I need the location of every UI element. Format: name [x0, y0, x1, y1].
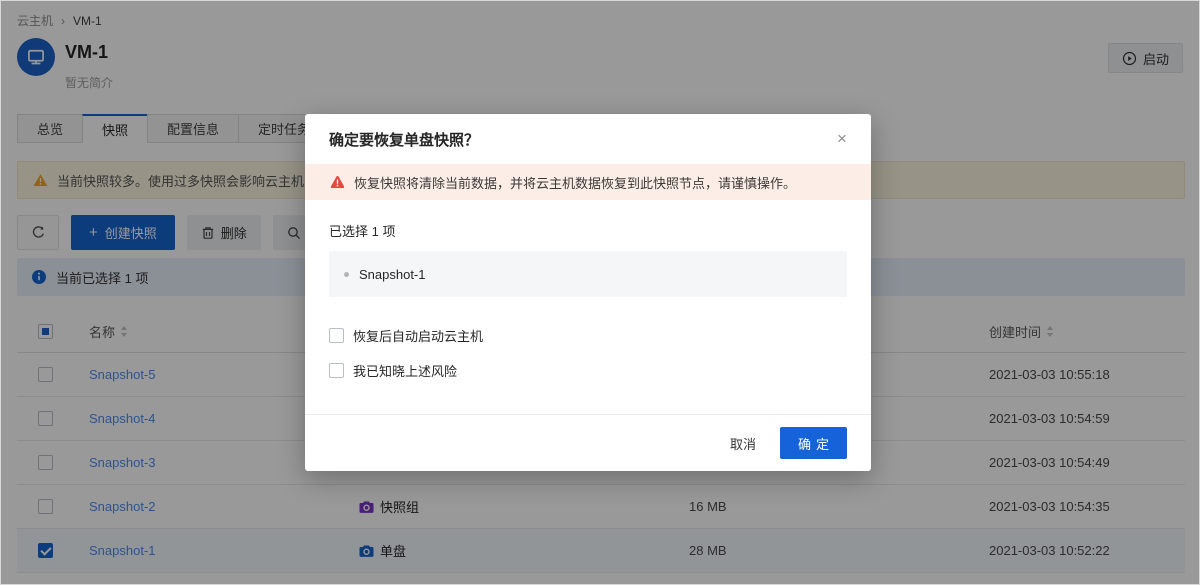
modal-footer: 取消 确定 — [305, 414, 871, 471]
confirm-button[interactable]: 确定 — [780, 427, 847, 459]
modal-danger-alert: 恢复快照将清除当前数据，并将云主机数据恢复到此快照节点，请谨慎操作。 — [305, 164, 871, 200]
risk-checkbox[interactable] — [329, 363, 344, 378]
autostart-checkbox-row[interactable]: 恢复后自动启动云主机 — [329, 326, 847, 345]
alert-triangle-icon — [330, 175, 345, 189]
autostart-checkbox[interactable] — [329, 328, 344, 343]
bullet-icon — [344, 272, 349, 277]
modal-body: 已选择 1 项 Snapshot-1 恢复后自动启动云主机 我已知晓上述风险 — [305, 200, 871, 380]
modal-title: 确定要恢复单盘快照？ — [329, 129, 479, 150]
risk-checkbox-label: 我已知晓上述风险 — [353, 361, 457, 380]
selected-item-panel: Snapshot-1 — [329, 251, 847, 297]
close-icon[interactable]: × — [829, 126, 855, 152]
risk-checkbox-row[interactable]: 我已知晓上述风险 — [329, 361, 847, 380]
restore-snapshot-modal: 确定要恢复单盘快照？ × 恢复快照将清除当前数据，并将云主机数据恢复到此快照节点… — [305, 114, 871, 471]
vm-detail-page: 云主机 › VM-1 VM-1 暂无简介 启动 总览快照配置信息定时任务 当前快… — [0, 0, 1200, 585]
cancel-button[interactable]: 取消 — [730, 434, 756, 453]
modal-alert-text: 恢复快照将清除当前数据，并将云主机数据恢复到此快照节点，请谨慎操作。 — [354, 173, 796, 192]
autostart-checkbox-label: 恢复后自动启动云主机 — [353, 326, 483, 345]
modal-header: 确定要恢复单盘快照？ — [305, 114, 871, 164]
selected-item-name: Snapshot-1 — [359, 267, 426, 282]
selected-count-label: 已选择 1 项 — [329, 221, 847, 240]
